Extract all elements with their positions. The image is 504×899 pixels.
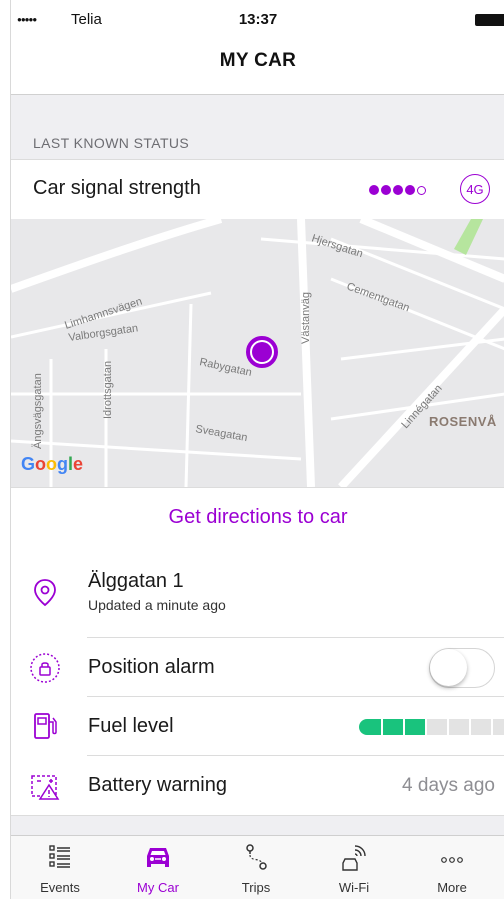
tab-wifi[interactable]: Wi-Fi [305,836,403,899]
battery-warning-row[interactable]: Battery warning 4 days ago [11,756,504,815]
location-updated: Updated a minute ago [88,597,226,613]
battery-warning-time: 4 days ago [402,775,495,796]
fuel-segment [383,719,403,735]
map-view[interactable]: Limhamnsvägen Valborgsgatan Rabygatan Sv… [11,219,504,487]
car-wifi-icon [342,845,366,871]
location-pin-icon [34,579,56,607]
toggle-knob [430,649,467,686]
get-directions-button[interactable]: Get directions to car [11,488,504,546]
google-logo: Google [21,454,83,474]
tab-my-car[interactable]: My Car [109,836,207,899]
tab-label: Trips [241,880,271,895]
fuel-segment [427,719,447,735]
fuel-segment [493,719,504,735]
more-dots-icon [441,857,463,863]
map-graphic: Limhamnsvägen Valborgsgatan Rabygatan Sv… [11,219,504,487]
fuel-segment [405,719,425,735]
lock-icon [30,653,60,683]
location-address: Älggatan 1 [88,570,184,592]
fuel-pump-icon [34,713,57,739]
tab-events[interactable]: Events [11,836,109,899]
signal-dot-filled [393,185,403,195]
status-bar: ●●●●● Telia 13:37 [11,0,504,40]
signal-strength-row: Car signal strength 4G [11,159,504,220]
battery-icon [475,14,504,26]
tab-label: Events [40,880,80,895]
map-district-label: ROSENVÅ [429,414,497,429]
clock: 13:37 [238,11,278,28]
tab-label: My Car [137,880,179,895]
fuel-segment [359,719,381,735]
fuel-segment [471,719,491,735]
list-icon [49,845,70,868]
route-icon [246,844,267,870]
section-header: LAST KNOWN STATUS [33,135,190,151]
tab-more[interactable]: More [403,836,501,899]
fuel-level-row[interactable]: Fuel level [11,697,504,756]
car-icon [147,848,169,867]
map-label: Idrottsgatan [102,361,114,419]
fuel-level-label: Fuel level [88,715,174,737]
signal-strength-label: Car signal strength [33,177,201,199]
map-label: Ängsvägsgatan [32,373,44,449]
directions-row: Get directions to car [11,487,504,547]
position-alarm-row: Position alarm [11,638,504,697]
signal-dot-empty [417,185,426,195]
position-alarm-toggle[interactable] [429,648,495,688]
tab-trips[interactable]: Trips [207,836,305,899]
map-label: Västanväg [300,292,312,344]
fuel-level-gauge [359,719,504,735]
tab-label: More [437,880,467,895]
battery-warning-icon [31,775,60,800]
page-title: MY CAR [219,50,297,71]
network-badge: 4G [460,174,490,204]
signal-dot-filled [369,185,379,195]
position-alarm-label: Position alarm [88,656,215,678]
phone-screen: ●●●●● Telia 13:37 MY CAR LAST KNOWN STAT… [10,0,504,899]
fuel-segment [449,719,469,735]
tab-label: Wi-Fi [338,880,370,895]
signal-dot-filled [381,185,391,195]
section-footer [11,815,504,836]
tab-bar: Events My Car Trips Wi-Fi More [11,835,504,899]
signal-strength-indicator [369,185,428,197]
battery-warning-label: Battery warning [88,774,227,796]
signal-dot-filled [405,185,415,195]
location-row[interactable]: Älggatan 1 Updated a minute ago [11,546,504,638]
